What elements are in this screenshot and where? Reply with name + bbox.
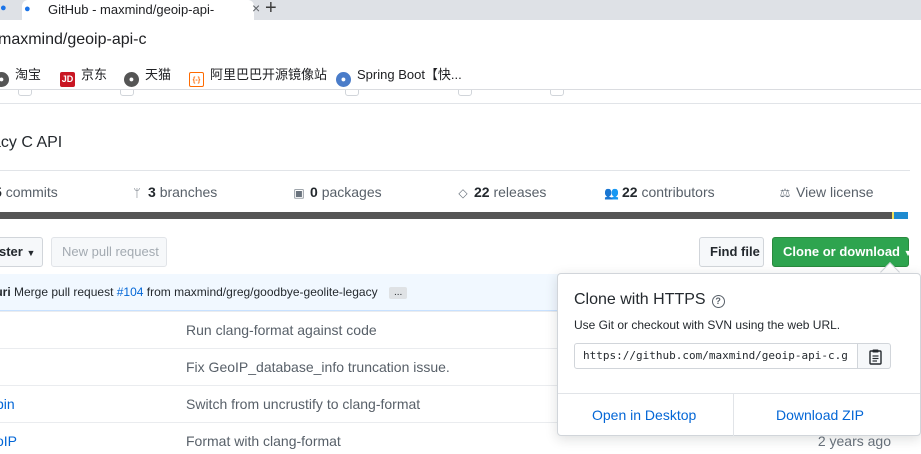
tag-icon: ◇ bbox=[458, 186, 468, 200]
address-url[interactable]: maxmind/geoip-api-c bbox=[0, 31, 147, 49]
code-tab-icon[interactable] bbox=[18, 90, 32, 96]
packages-link[interactable]: ▣ 0 packages bbox=[292, 184, 381, 200]
commit-message-suffix[interactable]: from maxmind/greg/goodbye-geolite-legacy bbox=[147, 285, 378, 299]
aliyun-logo-icon: {-} bbox=[189, 72, 204, 87]
commit-author[interactable]: luri bbox=[0, 285, 11, 299]
copy-url-button[interactable] bbox=[857, 343, 891, 369]
insights-tab-icon[interactable] bbox=[550, 90, 564, 96]
clone-popover-description: Use Git or checkout with SVN using the w… bbox=[574, 318, 841, 332]
browser-tab[interactable]: ● GitHub - maxmind/geoip-api- × bbox=[22, 0, 260, 20]
license-link[interactable]: ⚖ View license bbox=[778, 184, 874, 200]
github-favicon-icon: ● bbox=[24, 3, 31, 15]
latest-commit-text: luri Merge pull request #104 from maxmin… bbox=[0, 285, 408, 299]
footer-divider bbox=[733, 394, 734, 436]
address-bar[interactable]: maxmind/geoip-api-c bbox=[0, 20, 921, 60]
language-segment-secondary bbox=[894, 212, 908, 219]
globe-icon: ● bbox=[124, 72, 139, 87]
bookmark-tmall[interactable]: ● 天猫 bbox=[124, 66, 171, 87]
repo-description: acy C API bbox=[0, 134, 63, 151]
caret-down-icon: ▼ bbox=[903, 248, 913, 258]
repo-numbers-summary: 5 commits ᛘ3 branches ▣0 packages ◇22 re… bbox=[0, 170, 910, 214]
tab-title: GitHub - maxmind/geoip-api- bbox=[48, 2, 215, 17]
file-commit-message[interactable]: Run clang-format against code bbox=[186, 322, 377, 338]
projects-tab-icon[interactable] bbox=[458, 90, 472, 96]
contributors-link[interactable]: 👥 22 contributors bbox=[604, 184, 715, 200]
file-commit-message[interactable]: Fix GeoIP_database_info truncation issue… bbox=[186, 359, 450, 375]
issues-tab-icon[interactable] bbox=[120, 90, 134, 96]
browser-tab-strip: ● ● GitHub - maxmind/geoip-api- × + bbox=[0, 0, 921, 20]
branches-link[interactable]: ᛘ3 branches bbox=[130, 184, 217, 200]
clone-popover-footer: Open in Desktop Download ZIP bbox=[558, 393, 920, 436]
bookmark-aliyun-mirror[interactable]: {-} 阿里巴巴开源镜像站 bbox=[189, 66, 327, 87]
releases-link[interactable]: ◇ 22 releases bbox=[456, 184, 546, 200]
file-commit-message[interactable]: Switch from uncrustify to clang-format bbox=[186, 396, 420, 412]
clone-url-input[interactable]: https://github.com/maxmind/geoip-api-c.g bbox=[574, 343, 858, 369]
bookmarks-bar: ● 淘宝 JD 京东 ● 天猫 {-} 阿里巴巴开源镜像站 ● Spring Boot【快… bbox=[0, 60, 921, 90]
bookmark-jd[interactable]: JD 京东 bbox=[60, 66, 107, 87]
commit-message-prefix[interactable]: Merge pull request bbox=[14, 285, 113, 299]
language-bar[interactable] bbox=[0, 212, 908, 219]
commit-pr-link[interactable]: #104 bbox=[117, 285, 144, 299]
clone-popover-title: Clone with HTTPS? bbox=[574, 291, 725, 309]
branch-icon: ᛘ bbox=[133, 186, 141, 200]
people-icon: 👥 bbox=[604, 186, 619, 200]
commit-expand-button[interactable]: ... bbox=[388, 287, 408, 299]
law-icon: ⚖ bbox=[779, 186, 791, 200]
question-icon[interactable]: ? bbox=[711, 295, 725, 308]
bookmark-site-icon: ● bbox=[336, 72, 351, 87]
tab-favicon-left[interactable]: ● bbox=[0, 2, 7, 14]
package-icon: ▣ bbox=[293, 186, 305, 200]
file-name[interactable]: bin bbox=[0, 396, 15, 412]
caret-down-icon: ▼ bbox=[26, 248, 36, 258]
branch-select-button[interactable]: ster ▼ bbox=[0, 237, 43, 267]
clipboard-icon bbox=[869, 349, 882, 365]
pr-tab-icon[interactable] bbox=[345, 90, 359, 96]
file-commit-message[interactable]: Format with clang-format bbox=[186, 433, 341, 449]
open-in-desktop-link[interactable]: Open in Desktop bbox=[592, 407, 696, 423]
download-zip-link[interactable]: Download ZIP bbox=[776, 407, 864, 423]
clone-popover: Clone with HTTPS? Use Git or checkout wi… bbox=[557, 273, 921, 436]
commits-link[interactable]: 5 commits bbox=[0, 184, 58, 200]
find-file-button[interactable]: Find file bbox=[699, 237, 764, 267]
bookmark-spring-boot[interactable]: ● Spring Boot【快... bbox=[336, 66, 462, 87]
bookmark-taobao[interactable]: ● 淘宝 bbox=[0, 66, 41, 87]
jd-logo-icon: JD bbox=[60, 72, 75, 87]
tab-close-icon[interactable]: × bbox=[252, 0, 260, 16]
new-tab-button[interactable]: + bbox=[265, 0, 277, 20]
globe-icon: ● bbox=[0, 72, 9, 87]
new-pull-request-button[interactable]: New pull request bbox=[51, 237, 167, 267]
repo-nav-tabs bbox=[0, 90, 921, 104]
file-name[interactable]: oIP bbox=[0, 433, 17, 449]
